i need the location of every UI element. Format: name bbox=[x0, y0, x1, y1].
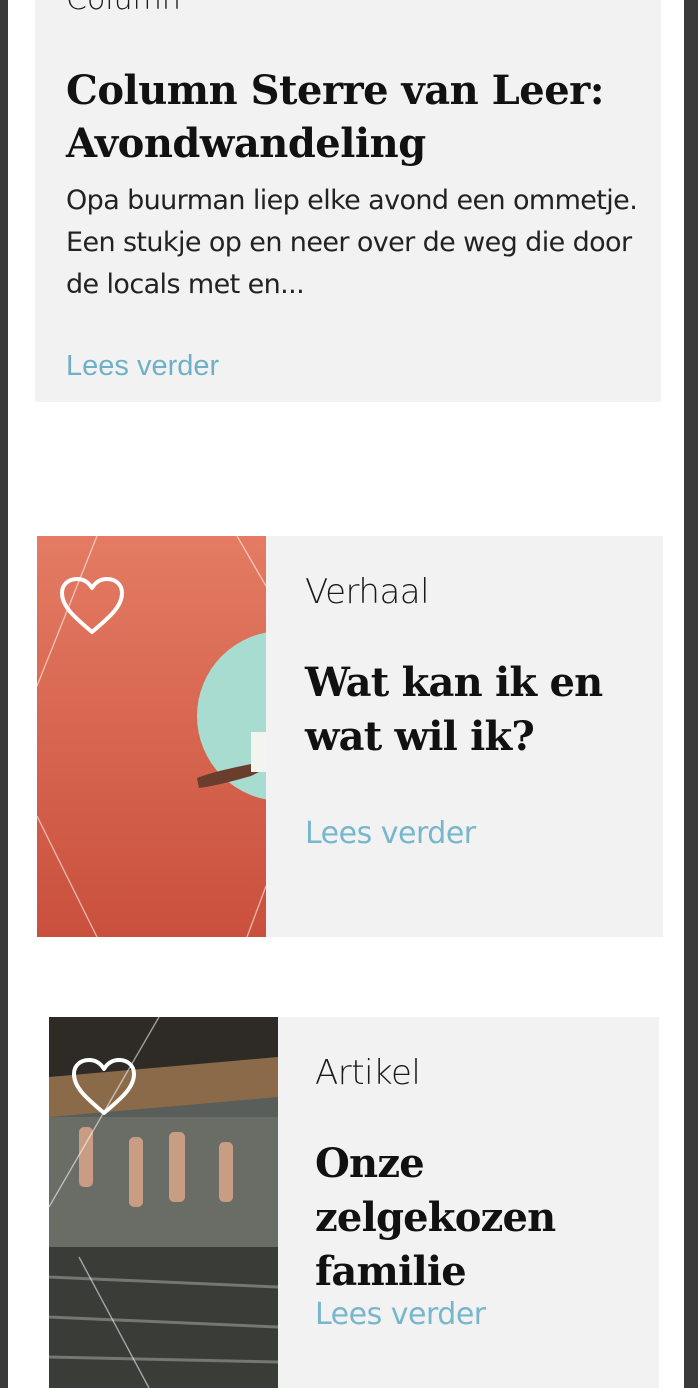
card-category: Verhaal bbox=[305, 572, 430, 612]
card-image[interactable] bbox=[37, 536, 266, 937]
card-category: Column bbox=[66, 0, 181, 17]
right-gutter bbox=[684, 0, 698, 1388]
card-title[interactable]: Onze zelgekozen familie bbox=[315, 1137, 655, 1299]
read-more-link[interactable]: Lees verder bbox=[315, 1297, 486, 1332]
card-excerpt: Opa buurman liep elke avond een ommetje.… bbox=[66, 185, 638, 300]
article-card-column[interactable]: Column Column Sterre van Leer: Avondwand… bbox=[35, 0, 661, 402]
article-card-artikel[interactable]: Artikel Onze zelgekozen familie Lees ver… bbox=[49, 1017, 659, 1388]
card-category: Artikel bbox=[315, 1053, 421, 1093]
heart-icon[interactable] bbox=[59, 576, 125, 636]
card-image[interactable] bbox=[49, 1017, 278, 1388]
card-title[interactable]: Column Sterre van Leer: Avondwandeling bbox=[66, 64, 636, 170]
heart-icon[interactable] bbox=[71, 1057, 137, 1117]
read-more-link[interactable]: Lees verder bbox=[66, 350, 219, 383]
read-more-link[interactable]: Lees verder bbox=[305, 816, 476, 851]
article-card-verhaal[interactable]: Verhaal Wat kan ik en wat wil ik? Lees v… bbox=[37, 536, 663, 937]
card-title[interactable]: Wat kan ik en wat wil ik? bbox=[305, 656, 665, 764]
page-viewport: Column Column Sterre van Leer: Avondwand… bbox=[8, 0, 684, 1388]
